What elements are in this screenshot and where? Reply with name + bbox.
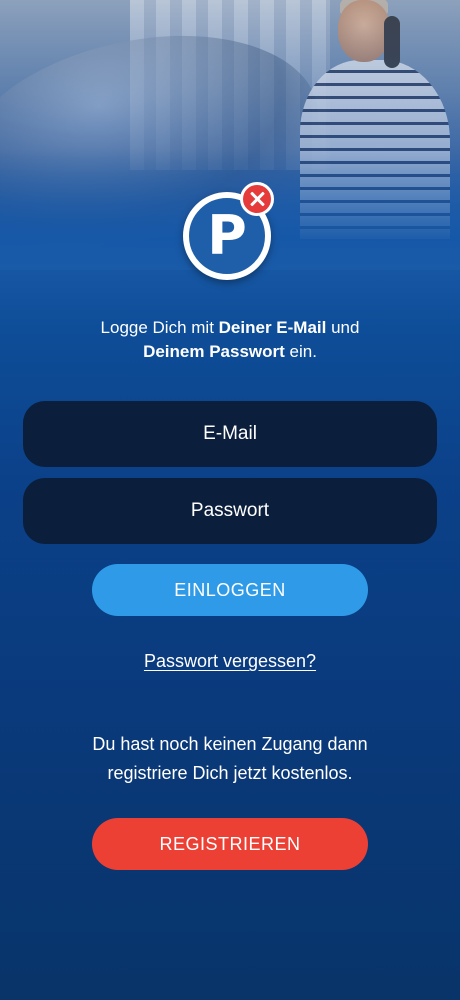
intro-text-part: und bbox=[326, 318, 360, 337]
forgot-password-link[interactable]: Passwort vergessen? bbox=[80, 651, 380, 672]
login-button[interactable]: EINLOGGEN bbox=[92, 564, 368, 616]
intro-text-part: ein. bbox=[284, 342, 317, 361]
email-placeholder: E-Mail bbox=[203, 423, 257, 444]
signup-prompt-line: Du hast noch keinen Zugang dann bbox=[92, 734, 368, 754]
email-field[interactable]: E-Mail bbox=[23, 401, 437, 467]
login-intro-text: Logge Dich mit Deiner E-Mail und Deinem … bbox=[30, 316, 430, 364]
intro-password-emphasis: Deinem Passwort bbox=[143, 342, 285, 361]
intro-text-part: Logge Dich mit bbox=[100, 318, 219, 337]
register-button[interactable]: REGISTRIEREN bbox=[92, 818, 368, 870]
app-logo: P bbox=[183, 182, 275, 280]
intro-email-emphasis: Deiner E-Mail bbox=[218, 318, 327, 337]
password-field[interactable]: Passwort bbox=[23, 478, 437, 544]
signup-prompt: Du hast noch keinen Zugang dann registri… bbox=[40, 730, 420, 788]
signup-prompt-line: registriere Dich jetzt kostenlos. bbox=[107, 763, 353, 783]
no-parking-x-icon bbox=[240, 182, 274, 216]
login-screen: P Logge Dich mit Deiner E-Mail und Deine… bbox=[0, 0, 460, 1000]
password-placeholder: Passwort bbox=[190, 500, 270, 521]
